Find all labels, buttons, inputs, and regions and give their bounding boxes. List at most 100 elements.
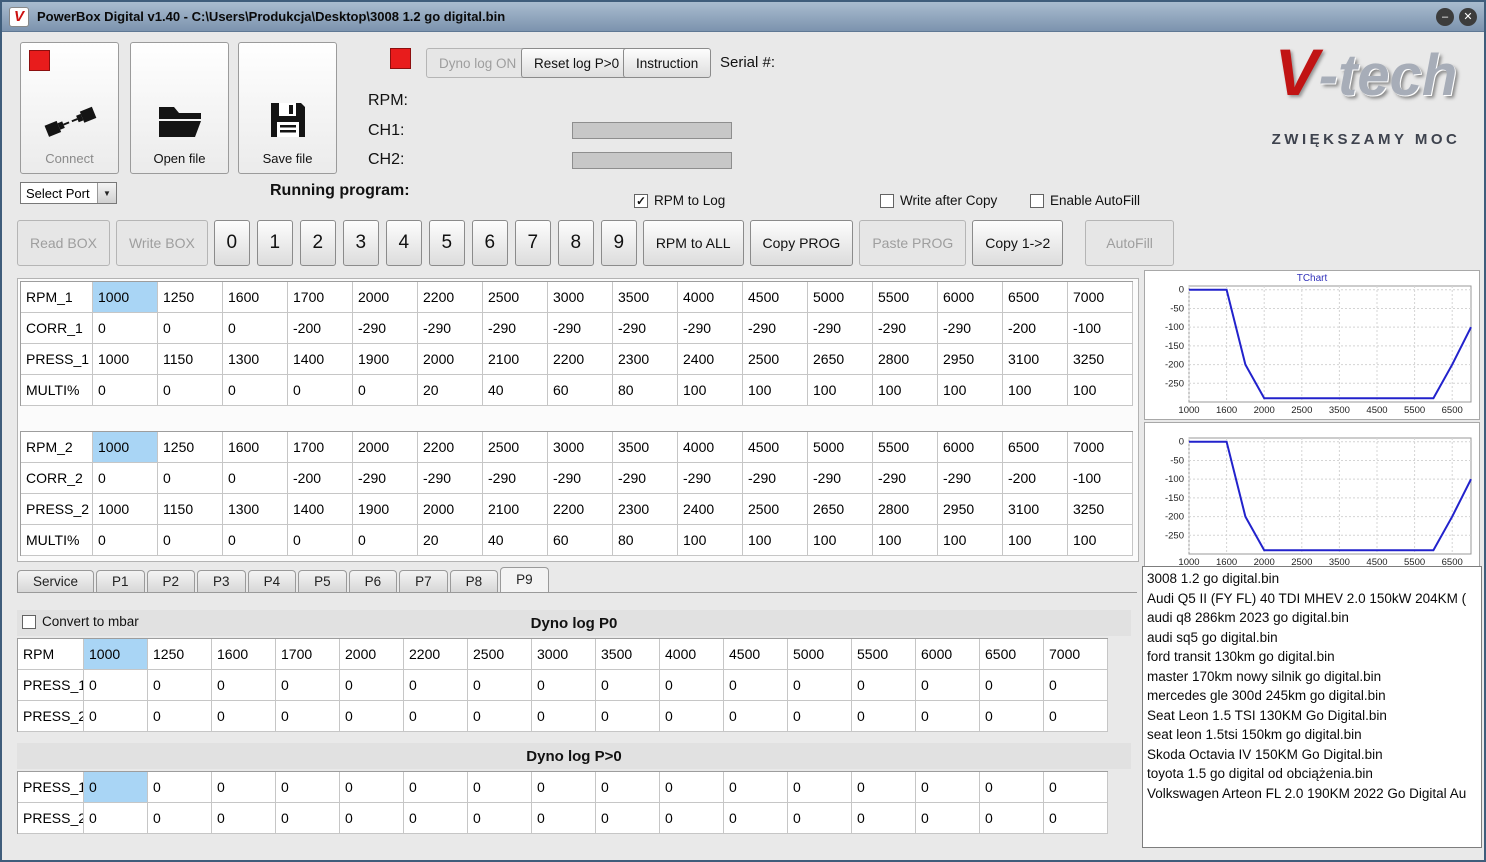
table-cell[interactable]: 0 — [84, 803, 148, 834]
table-cell[interactable]: 0 — [404, 803, 468, 834]
table-cell[interactable]: 0 — [660, 670, 724, 701]
table-cell[interactable]: 0 — [93, 463, 158, 494]
autofill-button[interactable]: AutoFill — [1085, 220, 1174, 266]
table-cell[interactable]: 3250 — [1068, 494, 1133, 525]
table-cell[interactable]: 60 — [548, 375, 613, 406]
table-cell[interactable]: 1000 — [93, 344, 158, 375]
chevron-down-icon[interactable]: ▼ — [97, 183, 116, 203]
table-cell[interactable]: 6500 — [980, 639, 1044, 670]
table-cell[interactable]: 0 — [916, 772, 980, 803]
tab-p2[interactable]: P2 — [146, 570, 196, 592]
table-cell[interactable]: -290 — [483, 313, 548, 344]
table-cell[interactable]: -290 — [873, 463, 938, 494]
table-cell[interactable]: 5000 — [808, 432, 873, 463]
table-cell[interactable]: 0 — [353, 375, 418, 406]
table-cell[interactable]: 4500 — [743, 282, 808, 313]
table-cell[interactable]: 0 — [340, 803, 404, 834]
minimize-button[interactable]: – — [1436, 7, 1454, 26]
tab-p1[interactable]: P1 — [96, 570, 145, 592]
table-cell[interactable]: 7000 — [1068, 432, 1133, 463]
table-cell[interactable]: 0 — [852, 701, 916, 732]
table-cell[interactable]: 0 — [532, 772, 596, 803]
table-cell[interactable]: 2950 — [938, 494, 1003, 525]
table-cell[interactable]: 0 — [212, 701, 276, 732]
table-cell[interactable]: 2000 — [418, 494, 483, 525]
table-cell[interactable]: 3250 — [1068, 344, 1133, 375]
table-cell[interactable]: 4500 — [724, 639, 788, 670]
table-cell[interactable]: 0 — [724, 670, 788, 701]
table-cell[interactable]: 0 — [276, 701, 340, 732]
file-list-item[interactable]: Volkswagen Arteon FL 2.0 190KM 2022 Go D… — [1147, 784, 1477, 804]
table-cell[interactable]: 0 — [1044, 670, 1108, 701]
table-cell[interactable]: 2400 — [678, 494, 743, 525]
open-file-button[interactable]: Open file — [130, 42, 229, 174]
tab-p3[interactable]: P3 — [197, 570, 246, 592]
table-cell[interactable]: 0 — [980, 772, 1044, 803]
table-cell[interactable]: 0 — [93, 313, 158, 344]
table-cell[interactable]: -290 — [808, 313, 873, 344]
table-cell[interactable]: 0 — [980, 701, 1044, 732]
table-cell[interactable]: 40 — [483, 375, 548, 406]
table-cell[interactable]: 6500 — [1003, 282, 1068, 313]
table-cell[interactable]: 2000 — [353, 282, 418, 313]
table-cell[interactable]: 100 — [938, 525, 1003, 556]
table-cell[interactable]: 0 — [404, 701, 468, 732]
table-cell[interactable]: 1600 — [223, 432, 288, 463]
table-cell[interactable]: 0 — [980, 670, 1044, 701]
table-cell[interactable]: 0 — [276, 772, 340, 803]
table-cell[interactable]: 100 — [1068, 375, 1133, 406]
table-cell[interactable]: 3500 — [613, 432, 678, 463]
table-cell[interactable]: 100 — [1003, 375, 1068, 406]
table-cell[interactable]: -290 — [548, 313, 613, 344]
table-cell[interactable]: -290 — [613, 463, 678, 494]
table-cell[interactable]: 2500 — [468, 639, 532, 670]
table-cell[interactable]: 0 — [596, 701, 660, 732]
connect-button[interactable]: Connect — [20, 42, 119, 174]
table-cell[interactable]: 100 — [743, 375, 808, 406]
select-port-dropdown[interactable]: Select Port ▼ — [20, 182, 117, 204]
table-cell[interactable]: 6500 — [1003, 432, 1068, 463]
table-cell[interactable]: 0 — [353, 525, 418, 556]
file-list-item[interactable]: audi sq5 go digital.bin — [1147, 628, 1477, 648]
reset-log-button[interactable]: Reset log P>0 — [521, 48, 633, 78]
table-cell[interactable]: 0 — [223, 313, 288, 344]
table-cell[interactable]: 0 — [148, 772, 212, 803]
digit-button-0[interactable]: 0 — [213, 220, 250, 266]
table-cell[interactable]: 0 — [223, 463, 288, 494]
table-cell[interactable]: 0 — [148, 803, 212, 834]
table-cell[interactable]: 1600 — [212, 639, 276, 670]
tab-p7[interactable]: P7 — [399, 570, 448, 592]
table-cell[interactable]: 1000 — [93, 432, 158, 463]
table-cell[interactable]: 20 — [418, 525, 483, 556]
table-cell[interactable]: 1250 — [158, 432, 223, 463]
table-cell[interactable]: 3500 — [596, 639, 660, 670]
file-list-item[interactable]: Audi Q5 II (FY FL) 40 TDI MHEV 2.0 150kW… — [1147, 589, 1477, 609]
table-cell[interactable]: 2650 — [808, 344, 873, 375]
file-list-item[interactable]: seat leon 1.5tsi 150km go digital.bin — [1147, 725, 1477, 745]
table-cell[interactable]: 0 — [724, 772, 788, 803]
table-cell[interactable]: -290 — [743, 313, 808, 344]
table-cell[interactable]: 3000 — [548, 282, 613, 313]
digit-button-7[interactable]: 7 — [514, 220, 551, 266]
table-cell[interactable]: 0 — [596, 772, 660, 803]
table-cell[interactable]: 1700 — [288, 432, 353, 463]
copy-1-to-2-button[interactable]: Copy 1->2 — [972, 220, 1064, 266]
close-button[interactable]: ✕ — [1459, 7, 1477, 26]
table-cell[interactable]: 1150 — [158, 494, 223, 525]
table-cell[interactable]: 0 — [660, 803, 724, 834]
table-cell[interactable]: 0 — [404, 772, 468, 803]
table-cell[interactable]: 2300 — [613, 494, 678, 525]
table-cell[interactable]: 2100 — [483, 344, 548, 375]
table-cell[interactable]: 3000 — [548, 432, 613, 463]
table-cell[interactable]: 2200 — [418, 432, 483, 463]
save-file-button[interactable]: Save file — [238, 42, 337, 174]
table-cell[interactable]: -290 — [678, 463, 743, 494]
table-cell[interactable]: 1000 — [93, 282, 158, 313]
table-cell[interactable]: 0 — [660, 772, 724, 803]
file-list-item[interactable]: ford transit 130km go digital.bin — [1147, 647, 1477, 667]
table-cell[interactable]: 0 — [158, 525, 223, 556]
table-cell[interactable]: 0 — [212, 803, 276, 834]
tab-p5[interactable]: P5 — [298, 570, 347, 592]
table-cell[interactable]: 2500 — [483, 432, 548, 463]
table-cell[interactable]: 0 — [532, 670, 596, 701]
